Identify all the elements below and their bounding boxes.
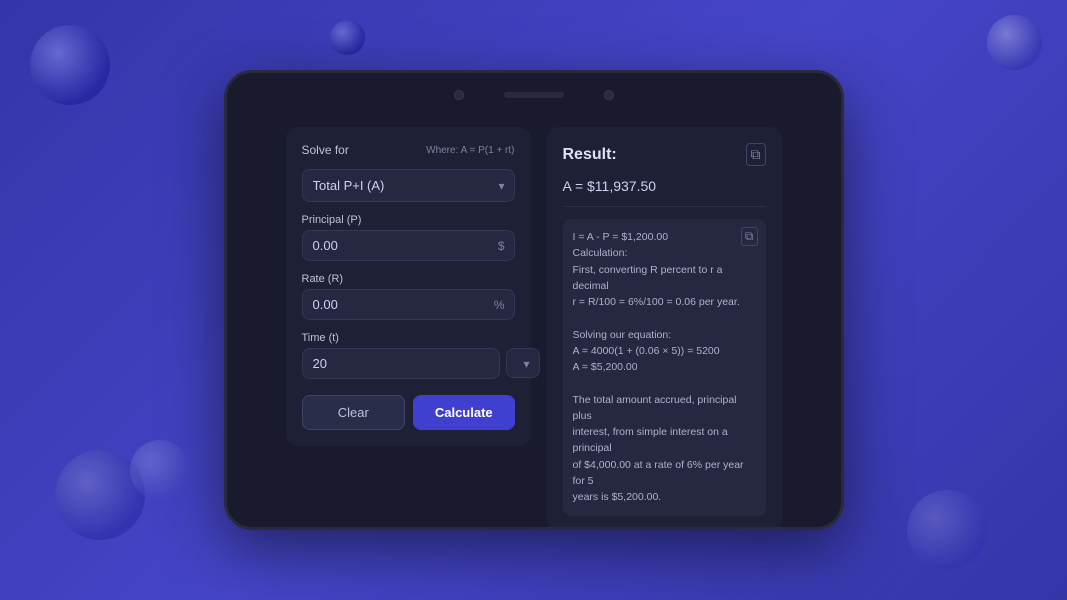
result-detail-card: ⧉ I = A - P = $1,200.00 Calculation: Fir… bbox=[563, 219, 766, 516]
copy-detail-icon[interactable]: ⧉ bbox=[741, 227, 758, 246]
time-input-wrapper: Years Months Days ▾ bbox=[302, 348, 515, 379]
sphere-3 bbox=[987, 15, 1042, 70]
time-field-group: Time (t) Years Months Days ▾ bbox=[302, 332, 515, 379]
solve-for-header: Solve for Where: A = P(1 + rt) bbox=[302, 143, 515, 157]
solve-for-label: Solve for bbox=[302, 143, 349, 157]
tablet-sensor bbox=[604, 90, 614, 100]
principal-input[interactable] bbox=[302, 230, 515, 261]
tablet-speaker bbox=[504, 92, 564, 98]
sphere-2 bbox=[330, 20, 365, 55]
result-title: Result: bbox=[563, 146, 617, 164]
clear-button[interactable]: Clear bbox=[302, 395, 406, 430]
sphere-1 bbox=[30, 25, 110, 105]
principal-field-group: Principal (P) $ bbox=[302, 214, 515, 261]
rate-label: Rate (R) bbox=[302, 273, 515, 285]
tablet-device: Solve for Where: A = P(1 + rt) Total P+I… bbox=[224, 70, 844, 530]
sphere-5 bbox=[130, 440, 190, 500]
solve-select[interactable]: Total P+I (A) Principal (P) Rate (R) Tim… bbox=[302, 169, 515, 202]
calculate-button[interactable]: Calculate bbox=[413, 395, 515, 430]
result-divider bbox=[563, 206, 766, 207]
sphere-6 bbox=[907, 490, 987, 570]
solve-select-wrapper[interactable]: Total P+I (A) Principal (P) Rate (R) Tim… bbox=[302, 169, 515, 202]
result-header: Result: ⧉ bbox=[563, 143, 766, 166]
result-value: A = $11,937.50 bbox=[563, 178, 766, 194]
time-input[interactable] bbox=[302, 348, 500, 379]
copy-result-icon[interactable]: ⧉ bbox=[746, 143, 766, 166]
time-label: Time (t) bbox=[302, 332, 515, 344]
principal-label: Principal (P) bbox=[302, 214, 515, 226]
action-buttons-row: Clear Calculate bbox=[302, 395, 515, 430]
tablet-camera bbox=[454, 90, 464, 100]
time-unit-select[interactable]: Years Months Days bbox=[506, 348, 540, 378]
rate-input-wrapper: % bbox=[302, 289, 515, 320]
tablet-content: Solve for Where: A = P(1 + rt) Total P+I… bbox=[227, 117, 841, 530]
calculator-panel: Solve for Where: A = P(1 + rt) Total P+I… bbox=[286, 127, 531, 446]
result-detail-text: I = A - P = $1,200.00 Calculation: First… bbox=[573, 229, 756, 506]
tablet-top-bar bbox=[227, 73, 841, 117]
rate-input[interactable] bbox=[302, 289, 515, 320]
principal-suffix: $ bbox=[498, 239, 505, 253]
principal-input-wrapper: $ bbox=[302, 230, 515, 261]
time-unit-select-wrapper[interactable]: Years Months Days ▾ bbox=[506, 348, 540, 379]
formula-label: Where: A = P(1 + rt) bbox=[426, 145, 514, 156]
rate-suffix: % bbox=[494, 298, 505, 312]
result-panel: Result: ⧉ A = $11,937.50 ⧉ I = A - P = $… bbox=[547, 127, 782, 530]
rate-field-group: Rate (R) % bbox=[302, 273, 515, 320]
